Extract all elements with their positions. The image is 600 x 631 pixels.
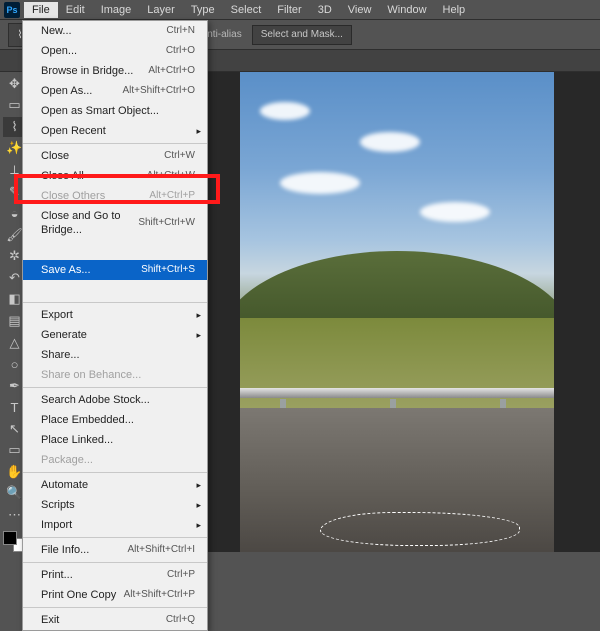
file-menu-close-all[interactable]: Close All Alt+Ctrl+W [23,166,207,186]
menu-item-shortcut: Ctrl+O [166,44,195,58]
menu-type[interactable]: Type [183,2,223,18]
menu-item-label: Exit [41,613,59,627]
file-menu-close[interactable]: Close Ctrl+W [23,146,207,166]
app-logo: Ps [4,2,20,18]
menu-item-label: Close [41,149,69,163]
menu-item-label: Export [41,308,73,322]
menu-item-label: Package... [41,453,93,467]
menu-item-label [41,283,44,297]
menu-item-label: Browse in Bridge... [41,64,133,78]
file-menu-open-as-smart-object[interactable]: Open as Smart Object... [23,101,207,121]
menu-item-shortcut: Alt+Ctrl+O [148,64,195,78]
menu-item-shortcut: Alt+Shift+Ctrl+P [124,588,195,602]
file-menu-browse-in-bridge[interactable]: Browse in Bridge... Alt+Ctrl+O [23,61,207,81]
file-menu-package: Package... [23,450,207,470]
selection-marquee [320,512,520,546]
file-menu-open-recent[interactable]: Open Recent [23,121,207,141]
menu-item-label: Save As... [41,263,91,277]
menu-item-label: Open Recent [41,124,106,138]
menu-item-shortcut: Alt+Ctrl+P [149,189,195,203]
menu-item-label: Open As... [41,84,92,98]
menu-item-label: Close All [41,169,84,183]
menu-item-label: Close Others [41,189,105,203]
menu-item-shortcut: Ctrl+W [164,149,195,163]
file-menu-import[interactable]: Import [23,515,207,535]
menu-item-label: Close and Go to Bridge... [41,209,138,237]
menu-item-shortcut: Alt+Ctrl+W [147,169,195,183]
menu-item-label: Open... [41,44,77,58]
menu-item-label: Scripts [41,498,75,512]
menu-item-shortcut: Ctrl+Q [166,613,195,627]
menu-item-shortcut: Shift+Ctrl+W [138,216,195,230]
menu-item-label: Share... [41,348,80,362]
select-and-mask-button[interactable]: Select and Mask... [252,25,352,45]
menu-separator [23,607,207,608]
document-canvas[interactable] [240,72,554,552]
file-menu-print-one-copy[interactable]: Print One Copy Alt+Shift+Ctrl+P [23,585,207,605]
menu-item-label [41,243,44,257]
file-menu-new[interactable]: New... Ctrl+N [23,21,207,41]
menu-item-label: Import [41,518,72,532]
menu-item-label: Place Embedded... [41,413,134,427]
file-menu-close-others: Close Others Alt+Ctrl+P [23,186,207,206]
file-menu-item[interactable] [23,280,207,300]
menu-item-shortcut: Alt+Shift+Ctrl+O [122,84,195,98]
menu-separator [23,387,207,388]
menu-item-label: Place Linked... [41,433,113,447]
menu-image[interactable]: Image [93,2,140,18]
menu-item-shortcut: Alt+Shift+Ctrl+I [127,543,195,557]
menu-separator [23,562,207,563]
menu-item-shortcut: Ctrl+P [167,568,195,582]
file-menu-scripts[interactable]: Scripts [23,495,207,515]
menu-item-label: Automate [41,478,88,492]
menu-edit[interactable]: Edit [58,2,93,18]
menu-item-label: Print... [41,568,73,582]
file-menu-open-as[interactable]: Open As... Alt+Shift+Ctrl+O [23,81,207,101]
file-menu-file-info[interactable]: File Info... Alt+Shift+Ctrl+I [23,540,207,560]
menu-item-label: Search Adobe Stock... [41,393,150,407]
file-menu-search-adobe-stock[interactable]: Search Adobe Stock... [23,390,207,410]
menu-item-label: New... [41,24,72,38]
menu-bar: Ps FileEditImageLayerTypeSelectFilter3DV… [0,0,600,20]
menu-3d[interactable]: 3D [310,2,340,18]
file-menu-open[interactable]: Open... Ctrl+O [23,41,207,61]
file-menu-place-linked[interactable]: Place Linked... [23,430,207,450]
menu-select[interactable]: Select [223,2,270,18]
menu-layer[interactable]: Layer [139,2,183,18]
menu-window[interactable]: Window [379,2,434,18]
file-menu-dropdown: New... Ctrl+N Open... Ctrl+O Browse in Bridg… [22,20,208,631]
file-menu-save-as[interactable]: Save As... Shift+Ctrl+S [23,260,207,280]
menu-separator [23,302,207,303]
file-menu-exit[interactable]: Exit Ctrl+Q [23,610,207,630]
menu-item-label: Share on Behance... [41,368,141,382]
menu-filter[interactable]: Filter [269,2,309,18]
file-menu-close-and-go-to-bridge[interactable]: Close and Go to Bridge...Shift+Ctrl+W [23,206,207,240]
menu-item-shortcut: Ctrl+N [166,24,195,38]
menu-item-label: Open as Smart Object... [41,104,159,118]
file-menu-print[interactable]: Print... Ctrl+P [23,565,207,585]
file-menu-place-embedded[interactable]: Place Embedded... [23,410,207,430]
menu-separator [23,143,207,144]
menu-help[interactable]: Help [435,2,474,18]
menu-item-label: Print One Copy [41,588,116,602]
menu-separator [23,537,207,538]
file-menu-item[interactable] [23,240,207,260]
file-menu-share-on-behance: Share on Behance... [23,365,207,385]
file-menu-generate[interactable]: Generate [23,325,207,345]
menu-item-shortcut: Shift+Ctrl+S [141,263,195,277]
menu-separator [23,472,207,473]
file-menu-share[interactable]: Share... [23,345,207,365]
menu-view[interactable]: View [340,2,380,18]
menu-file[interactable]: File [24,2,58,18]
menu-item-label: Generate [41,328,87,342]
file-menu-export[interactable]: Export [23,305,207,325]
file-menu-automate[interactable]: Automate [23,475,207,495]
menu-item-label: File Info... [41,543,89,557]
